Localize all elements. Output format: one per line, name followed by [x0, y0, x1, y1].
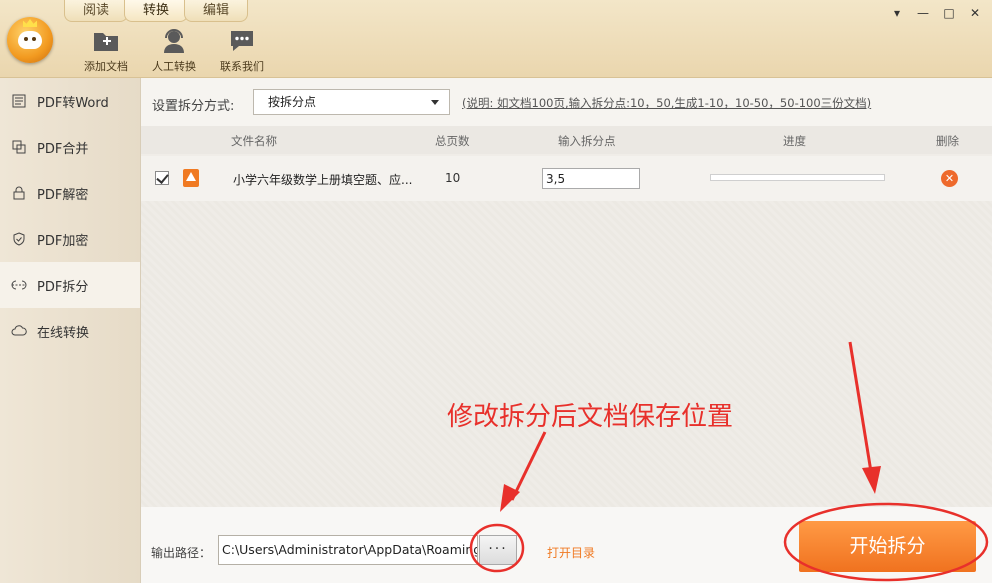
- sidebar-item-pdf-encrypt[interactable]: PDF加密: [0, 216, 140, 262]
- chevron-down-icon: [431, 100, 439, 105]
- top-toolbar: 阅读 转换 编辑 添加文档 人工转换 联系我们 ▾ — □ ✕: [0, 0, 992, 78]
- sidebar-item-pdf-decrypt[interactable]: PDF解密: [0, 170, 140, 216]
- tab-read[interactable]: 阅读: [64, 0, 129, 22]
- tool-label: 联系我们: [220, 60, 264, 73]
- main-panel: 设置拆分方式: 按拆分点 (说明: 如文档100页,输入拆分点:10，50,生成…: [141, 78, 992, 583]
- split-icon: [11, 277, 27, 293]
- tool-group: 添加文档 人工转换 联系我们: [72, 26, 276, 74]
- row-checkbox[interactable]: [155, 171, 169, 185]
- file-list-area: [141, 201, 992, 507]
- browse-button[interactable]: ···: [479, 535, 517, 565]
- open-directory-link[interactable]: 打开目录: [547, 544, 595, 561]
- header-file-name: 文件名称: [231, 134, 277, 148]
- window-controls: ▾ — □ ✕: [886, 4, 986, 22]
- progress-bar: [710, 174, 885, 181]
- split-points-input[interactable]: [542, 168, 640, 189]
- sidebar-item-label: PDF转Word: [37, 95, 109, 111]
- header-split-points: 输入拆分点: [558, 134, 616, 148]
- mascot-icon: [18, 31, 42, 49]
- support-agent-icon: [140, 26, 208, 56]
- word-doc-icon: [11, 93, 27, 109]
- split-mode-label: 设置拆分方式:: [152, 99, 235, 114]
- table-header: 文件名称 总页数 输入拆分点 进度 删除: [141, 126, 992, 154]
- crown-icon: [23, 19, 37, 27]
- sidebar-item-pdf-to-word[interactable]: PDF转Word: [0, 78, 140, 124]
- split-hint-link[interactable]: (说明: 如文档100页,输入拆分点:10，50,生成1-10，10-50，50…: [462, 95, 871, 111]
- split-mode-select[interactable]: 按拆分点: [253, 89, 450, 115]
- sidebar-item-pdf-split[interactable]: PDF拆分: [0, 262, 140, 308]
- sidebar-item-pdf-merge[interactable]: PDF合并: [0, 124, 140, 170]
- sidebar-item-label: PDF拆分: [37, 279, 89, 295]
- start-split-button[interactable]: 开始拆分: [799, 521, 976, 572]
- add-document-button[interactable]: 添加文档: [72, 26, 140, 74]
- output-bar: 输出路径： C:\Users\Administrator\AppData\Roa…: [141, 507, 992, 583]
- header-delete: 删除: [936, 134, 959, 148]
- tab-convert[interactable]: 转换: [124, 0, 189, 22]
- header-progress: 进度: [783, 134, 806, 148]
- header-total-pages: 总页数: [435, 134, 470, 148]
- total-pages: 10: [445, 171, 461, 185]
- app-logo: [7, 17, 53, 63]
- sidebar-item-label: PDF加密: [37, 233, 89, 249]
- chat-bubble-icon: [208, 26, 276, 56]
- tool-label: 添加文档: [84, 60, 128, 73]
- sidebar-item-label: PDF合并: [37, 141, 89, 157]
- menu-tabs: 阅读 转换 编辑: [64, 0, 249, 22]
- cloud-icon: [11, 323, 27, 339]
- dropdown-menu-icon[interactable]: ▾: [886, 4, 908, 22]
- merge-icon: [11, 139, 27, 155]
- sidebar-item-online-convert[interactable]: 在线转换: [0, 308, 140, 354]
- file-name: 小学六年级数学上册填空题、应...: [233, 173, 413, 187]
- add-folder-icon: [72, 26, 140, 56]
- minimize-icon[interactable]: —: [912, 4, 934, 22]
- split-mode-value: 按拆分点: [268, 95, 317, 109]
- pdf-file-icon: [183, 169, 199, 187]
- tab-edit[interactable]: 编辑: [184, 0, 249, 22]
- shield-icon: [11, 231, 27, 247]
- close-icon[interactable]: ✕: [964, 4, 986, 22]
- delete-row-button[interactable]: ✕: [941, 170, 958, 187]
- split-options-row: 设置拆分方式: 按拆分点 (说明: 如文档100页,输入拆分点:10，50,生成…: [141, 78, 992, 126]
- sidebar-item-label: PDF解密: [37, 187, 89, 203]
- tool-label: 人工转换: [152, 60, 196, 73]
- maximize-icon[interactable]: □: [938, 4, 960, 22]
- table-row: 小学六年级数学上册填空题、应... 10 ✕: [141, 156, 992, 201]
- manual-convert-button[interactable]: 人工转换: [140, 26, 208, 74]
- sidebar: PDF转Word PDF合并 PDF解密 PDF加密 PDF拆分 在线转换: [0, 78, 141, 583]
- sidebar-item-label: 在线转换: [37, 325, 90, 341]
- output-path-label: 输出路径：: [151, 546, 212, 560]
- unlock-icon: [11, 185, 27, 201]
- contact-us-button[interactable]: 联系我们: [208, 26, 276, 74]
- output-path-field[interactable]: C:\Users\Administrator\AppData\Roaming: [218, 535, 478, 565]
- annotation-text: 修改拆分后文档保存位置: [447, 402, 734, 432]
